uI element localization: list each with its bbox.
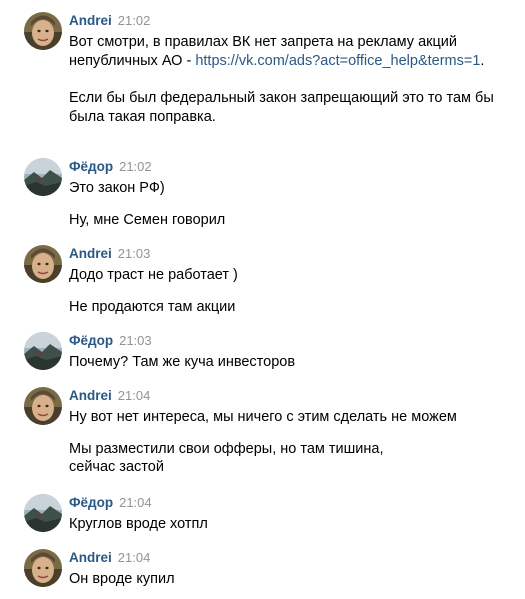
message-link[interactable]: https://vk.com/ads?act=office_help&terms… [195, 53, 480, 69]
avatar[interactable] [24, 245, 62, 283]
message-text-suffix: . [480, 52, 485, 69]
message-body: Круглов вроде хотпл [69, 515, 509, 534]
fedor-avatar-icon [24, 332, 62, 370]
message-text: Ну вот нет интереса, мы ничего с этим сд… [69, 409, 457, 425]
message-header: Andrei 21:04 [69, 549, 150, 567]
fedor-avatar-icon [24, 494, 62, 532]
message-time[interactable]: 21:04 [118, 388, 151, 403]
message-time[interactable]: 21:02 [118, 13, 151, 28]
avatar[interactable] [24, 12, 62, 50]
andrei-avatar-icon [24, 12, 62, 50]
message-text: Вот смотри, в правилах ВК нет запрета на… [69, 33, 509, 70]
message-header: Фёдор 21:04 [69, 494, 152, 512]
message-text: Почему? Там же куча инвесторов [69, 354, 296, 370]
message-text: Он вроде купил [69, 571, 175, 587]
message-text: Если бы был федеральный закон запрещающи… [69, 90, 494, 125]
message-time[interactable]: 21:04 [118, 550, 151, 565]
author-name[interactable]: Фёдор [69, 159, 113, 174]
author-name[interactable]: Andrei [69, 388, 112, 403]
message-text: Додо траст не работает ) [69, 267, 238, 283]
message-history: Andrei 21:02 Вот смотри, в правилах ВК не… [0, 0, 525, 599]
message-body: Он вроде купил [69, 570, 509, 589]
andrei-avatar-icon [24, 245, 62, 283]
author-name[interactable]: Фёдор [69, 495, 113, 510]
message-header: Andrei 21:02 [69, 12, 150, 30]
avatar[interactable] [24, 387, 62, 425]
message-text: Круглов вроде хотпл [69, 516, 208, 532]
message-body: Почему? Там же куча инвесторов [69, 353, 509, 372]
message-text: Не продаются там акции [69, 298, 236, 315]
message-body: Вот смотри, в правилах ВК нет запрета на… [69, 33, 509, 126]
message-time[interactable]: 21:02 [119, 159, 152, 174]
author-name[interactable]: Andrei [69, 550, 112, 565]
message-time[interactable]: 21:03 [118, 246, 151, 261]
message-header: Фёдор 21:02 [69, 158, 152, 176]
fedor-avatar-icon [24, 158, 62, 196]
message-time[interactable]: 21:03 [119, 333, 152, 348]
message-body: Додо траст не работает ) Не продаются та… [69, 266, 509, 316]
message-text: Мы разместили свои офферы, но там тишина… [69, 440, 384, 476]
avatar[interactable] [24, 158, 62, 196]
andrei-avatar-icon [24, 549, 62, 587]
author-name[interactable]: Фёдор [69, 333, 113, 348]
message-text: Это закон РФ) [69, 180, 165, 196]
message-header: Фёдор 21:03 [69, 332, 152, 350]
author-name[interactable]: Andrei [69, 13, 112, 28]
message-body: Ну вот нет интереса, мы ничего с этим сд… [69, 408, 509, 477]
message-body: Это закон РФ) Ну, мне Семен говорил [69, 179, 509, 229]
author-name[interactable]: Andrei [69, 246, 112, 261]
message-text: Ну, мне Семен говорил [69, 211, 226, 228]
message-time[interactable]: 21:04 [119, 495, 152, 510]
message-header: Andrei 21:04 [69, 387, 150, 405]
avatar[interactable] [24, 494, 62, 532]
message-header: Andrei 21:03 [69, 245, 150, 263]
avatar[interactable] [24, 549, 62, 587]
andrei-avatar-icon [24, 387, 62, 425]
avatar[interactable] [24, 332, 62, 370]
